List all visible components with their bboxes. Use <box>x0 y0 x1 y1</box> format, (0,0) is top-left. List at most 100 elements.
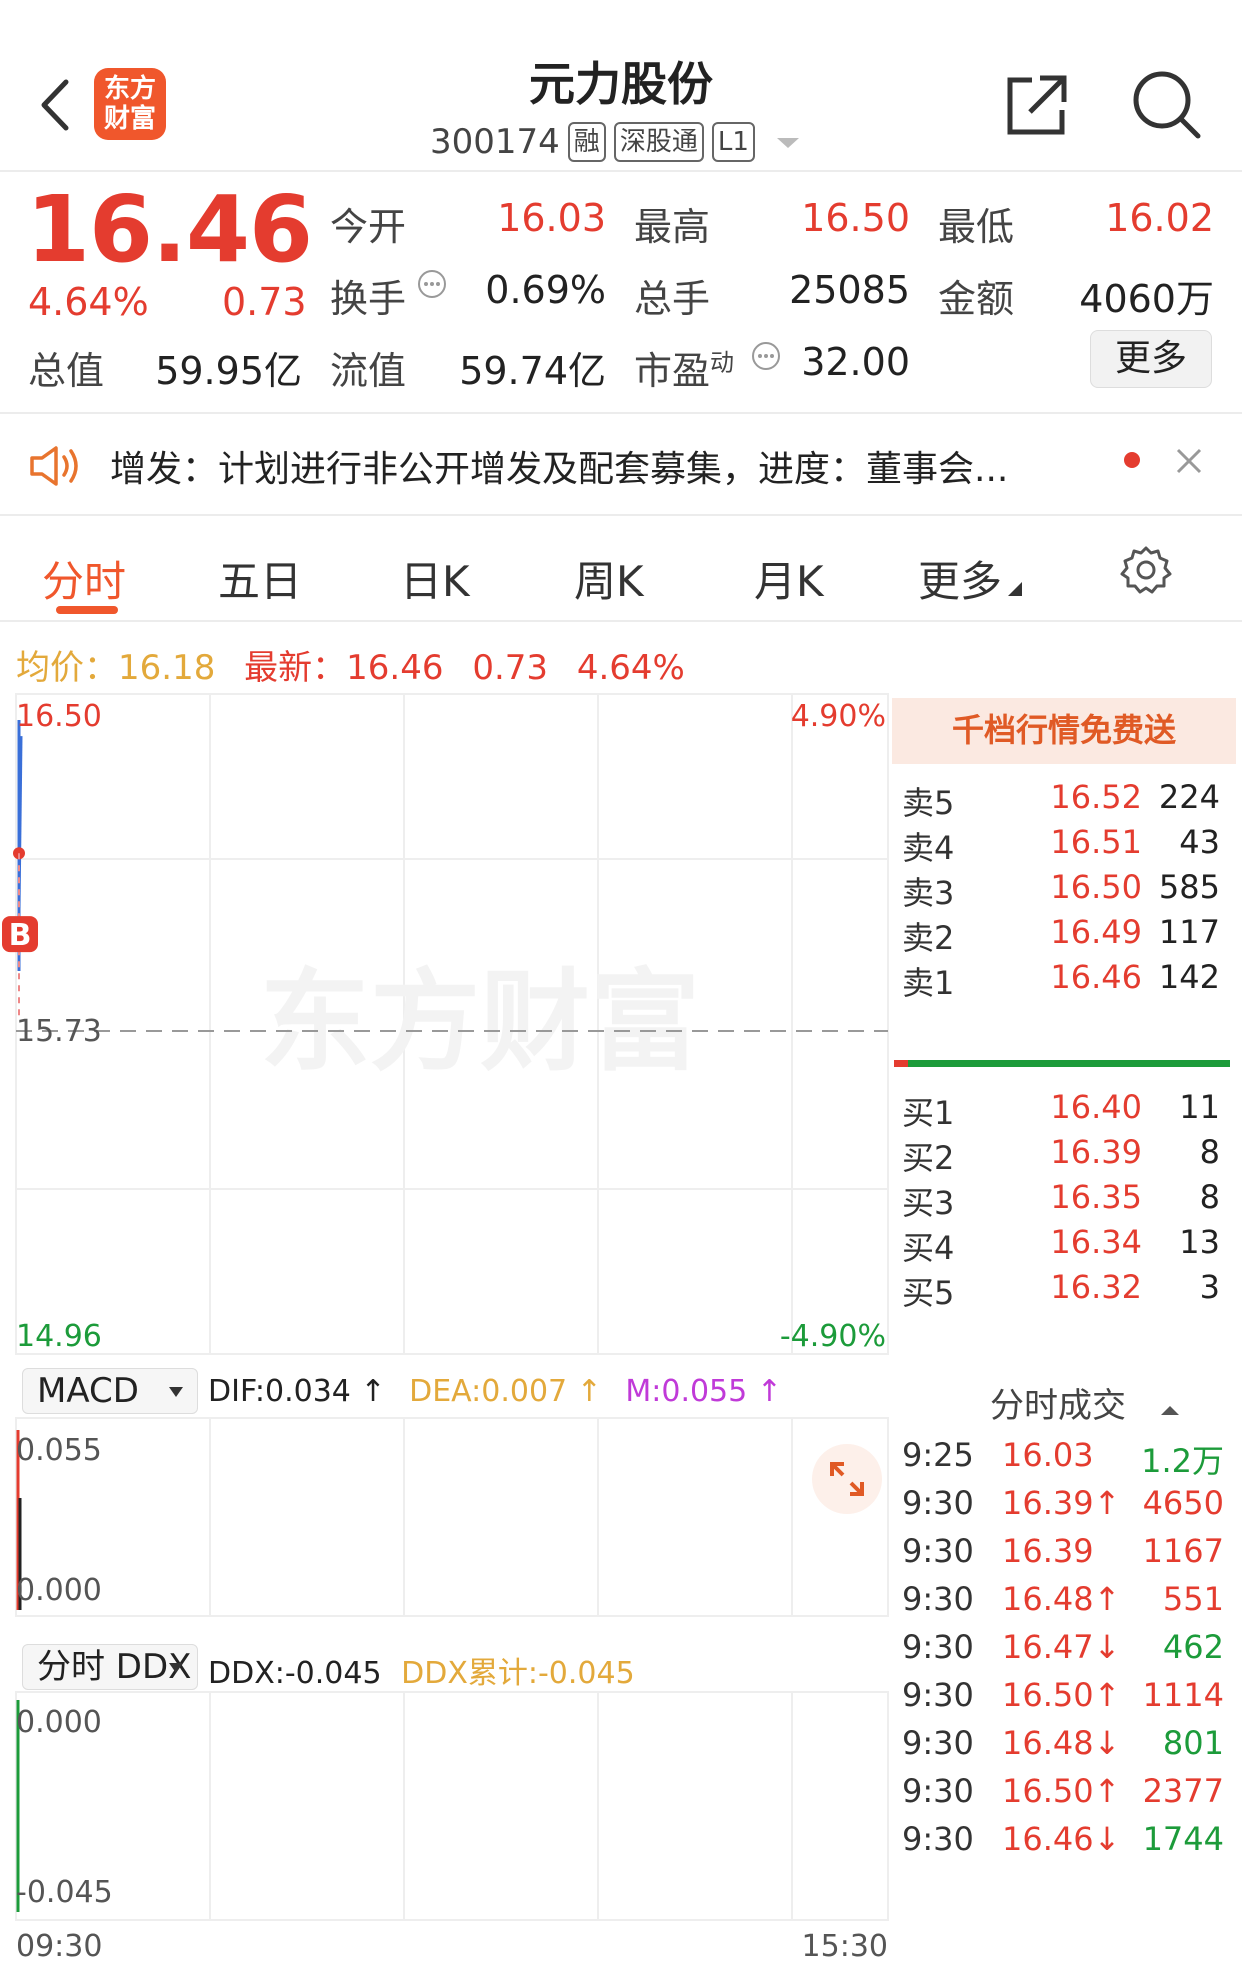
trade-price: 16.03 <box>1002 1436 1094 1474</box>
orderbook-row-ask[interactable]: 卖3 16.50 585 <box>902 862 1232 912</box>
trade-time: 9:30 <box>902 1724 974 1762</box>
orderbook-bid-vol: 3 <box>1199 1268 1220 1306</box>
orderbook-ask-vol: 43 <box>1179 823 1220 861</box>
trade-price: 16.39↑ <box>1002 1484 1121 1522</box>
orderbook-divider-ratio <box>894 1060 908 1067</box>
orderbook-bid-price: 16.34 <box>1050 1223 1142 1261</box>
orderbook-row-bid[interactable]: 买5 16.32 3 <box>902 1262 1232 1312</box>
tag-level: L1 <box>711 122 755 162</box>
value-total-cap: 59.95亿 <box>155 349 302 393</box>
tab-weekly-k[interactable]: 周K <box>574 548 644 609</box>
macd-axis-zero: 0.000 <box>16 1573 102 1608</box>
intraday-chart[interactable]: 东方财富 B 16.5015.7314.964.90%-4.90% 0.0550… <box>0 690 892 1978</box>
orderbook-ask-vol: 585 <box>1158 868 1220 906</box>
ddx-axis-labels: 0.000 -0.045 <box>16 1705 113 1910</box>
label-open: 今开 <box>330 205 407 249</box>
change-amount: 0.73 <box>222 280 307 324</box>
trade-price: 16.50↑ <box>1002 1772 1121 1810</box>
orderbook-row-ask[interactable]: 卖2 16.49 117 <box>902 907 1232 957</box>
orderbook-row-ask[interactable]: 卖5 16.52 224 <box>902 772 1232 822</box>
notice-text: 增发：计划进行非公开增发及配套募集，进度：董事会... <box>110 449 1009 490</box>
orderbook-promo-banner[interactable]: 千档行情免费送 <box>892 698 1236 764</box>
tab-intraday[interactable]: 分时 <box>42 548 126 609</box>
trade-time: 9:30 <box>902 1772 974 1810</box>
notice-unread-dot <box>1124 452 1140 468</box>
tab-more-label: 更多 <box>918 557 1003 606</box>
value-low: 16.02 <box>1105 196 1214 240</box>
chart-settings-button[interactable] <box>1118 542 1174 598</box>
notice-close-button[interactable] <box>1172 444 1206 478</box>
trade-time: 9:30 <box>902 1532 974 1570</box>
indicator-select-macd-label: MACD <box>37 1371 139 1411</box>
current-price: 16.46 <box>26 176 313 283</box>
trade-price: 16.48↓ <box>1002 1724 1121 1762</box>
top-bar: 东方 财富 元力股份 300174 融 深股通 L1 <box>0 0 1242 172</box>
dropdown-triangle-icon <box>169 1387 183 1397</box>
orderbook-row-bid[interactable]: 买2 16.39 8 <box>902 1127 1232 1177</box>
change-percent: 4.64% <box>28 280 149 324</box>
macd-legend: DIF:0.034 ↑ DEA:0.007 ↑ M:0.055 ↑ <box>208 1374 782 1409</box>
dropdown-triangle-icon <box>169 1663 183 1673</box>
ddx-grid <box>15 1691 889 1921</box>
value-high: 16.50 <box>801 196 910 240</box>
watermark: 东方财富 <box>260 958 700 1086</box>
tab-daily-k[interactable]: 日K <box>400 548 470 609</box>
trade-time: 9:25 <box>902 1436 974 1474</box>
orderbook-bid-vol: 8 <box>1199 1178 1220 1216</box>
label-amount: 金额 <box>938 277 1015 321</box>
macd-m: M:0.055 ↑ <box>625 1374 782 1409</box>
notice-bar[interactable]: 增发：计划进行非公开增发及配套募集，进度：董事会... <box>0 412 1242 516</box>
trade-vol: 1114 <box>1142 1676 1224 1714</box>
orderbook-row-bid[interactable]: 买4 16.34 13 <box>902 1217 1232 1267</box>
avg-value: 16.18 <box>118 648 216 688</box>
expand-icon <box>830 1462 864 1496</box>
macd-grid <box>15 1417 889 1617</box>
orderbook-ask-price: 16.52 <box>1050 778 1142 816</box>
trade-price: 16.50↑ <box>1002 1676 1121 1714</box>
buy-marker-label: B <box>9 918 32 953</box>
time-axis-labels: 09:30 15:30 <box>16 1929 888 1964</box>
orderbook-ask-price: 16.50 <box>1050 868 1142 906</box>
gear-icon <box>1120 546 1172 594</box>
more-button[interactable]: 更多 <box>1090 330 1212 388</box>
time-axis-start: 09:30 <box>16 1929 102 1964</box>
orderbook-row-bid[interactable]: 买1 16.40 11 <box>902 1082 1232 1132</box>
tab-five-day[interactable]: 五日 <box>218 548 302 609</box>
trade-time: 9:30 <box>902 1484 974 1522</box>
expand-chart-button[interactable] <box>812 1444 882 1514</box>
trade-time: 9:30 <box>902 1676 974 1714</box>
orderbook-ask-price: 16.51 <box>1050 823 1142 861</box>
share-button[interactable] <box>1000 70 1072 142</box>
dropdown-triangle-icon[interactable] <box>773 132 803 152</box>
orderbook-ask-vol: 224 <box>1158 778 1220 816</box>
ddx-legend: DDX:-0.045 DDX累计:-0.045 <box>208 1648 635 1692</box>
trade-vol: 462 <box>1162 1628 1224 1666</box>
trade-price: 16.47↓ <box>1002 1628 1121 1666</box>
macd-dif: DIF:0.034 ↑ <box>208 1374 386 1409</box>
orderbook-row-bid[interactable]: 买3 16.35 8 <box>902 1172 1232 1222</box>
value-volume: 25085 <box>789 268 910 312</box>
dropdown-triangle-icon <box>1008 582 1023 596</box>
search-button[interactable] <box>1128 66 1204 142</box>
indicator-select-macd[interactable]: MACD <box>22 1368 198 1414</box>
label-low: 最低 <box>938 205 1015 249</box>
tag-connect: 深股通 <box>613 122 704 162</box>
value-amount: 4060万 <box>1079 277 1214 321</box>
value-float-cap: 59.74亿 <box>459 349 606 393</box>
trade-vol: 801 <box>1162 1724 1224 1762</box>
active-tab-indicator <box>56 606 118 614</box>
trades-header[interactable]: 分时成交 <box>990 1378 1181 1427</box>
label-pe: 市盈动 <box>634 340 734 395</box>
indicator-select-ddx[interactable]: 分时 DDX <box>22 1644 198 1690</box>
tab-monthly-k[interactable]: 月K <box>754 548 824 609</box>
orderbook-row-ask[interactable]: 卖1 16.46 142 <box>902 952 1232 1002</box>
value-turnover: 0.69% <box>485 268 606 312</box>
trade-row: 9:30 16.46↓ 1744 <box>902 1814 1232 1870</box>
orderbook-row-ask[interactable]: 卖4 16.51 43 <box>902 817 1232 867</box>
tab-more[interactable]: 更多 <box>918 548 1023 609</box>
info-icon[interactable] <box>416 268 448 300</box>
trade-time: 9:30 <box>902 1628 974 1666</box>
info-icon[interactable] <box>750 340 782 372</box>
stock-subline: 300174 融 深股通 L1 <box>430 120 803 164</box>
ddx-cum: DDX累计:-0.045 <box>401 1656 635 1691</box>
